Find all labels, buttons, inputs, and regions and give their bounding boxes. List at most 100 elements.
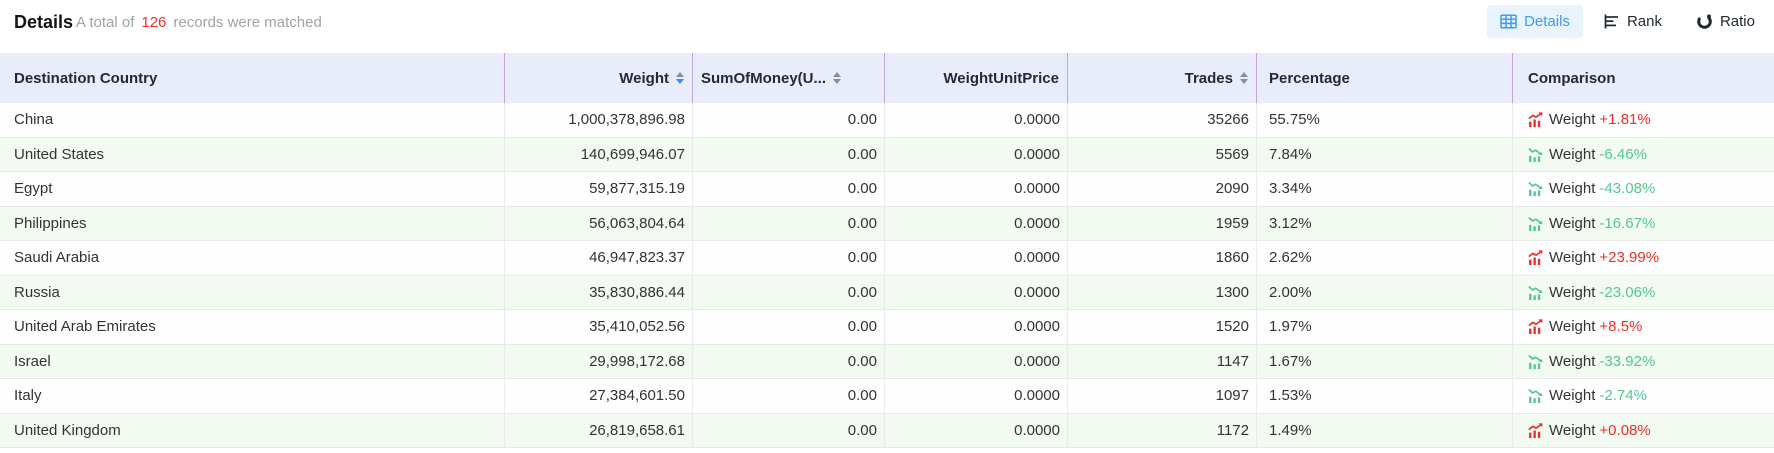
cell-weight: 46,947,823.37 [505,241,693,276]
sort-carets-icon [676,72,684,84]
column-header-weight-unit-price: WeightUnitPrice [885,53,1068,103]
cell-destination-country: United Arab Emirates [0,310,505,345]
rank-chart-icon [1604,14,1620,29]
column-header-weight[interactable]: Weight [505,53,693,103]
column-label: Weight [619,70,669,87]
cell-comparison: Weight+23.99% [1513,241,1774,276]
cell-weight: 59,877,315.19 [505,172,693,207]
column-header-trades[interactable]: Trades [1068,53,1257,103]
trend-down-icon [1528,388,1543,403]
trend-down-icon [1528,216,1543,231]
cell-comparison: Weight-2.74% [1513,379,1774,414]
cell-trades: 1300 [1068,276,1257,311]
cell-percentage: 55.75% [1257,103,1513,138]
cell-trades: 1860 [1068,241,1257,276]
comparison-value: -16.67% [1599,215,1655,232]
cell-destination-country: United States [0,138,505,173]
cell-trades: 1172 [1068,414,1257,449]
tab-details[interactable]: Details [1487,5,1583,38]
table-row: China1,000,378,896.980.000.00003526655.7… [0,103,1774,138]
cell-sum-of-money: 0.00 [693,207,885,242]
cell-trades: 1097 [1068,379,1257,414]
comparison-metric-label: Weight [1549,180,1595,197]
column-label: Trades [1185,70,1233,87]
table-icon [1500,14,1517,29]
cell-destination-country: United Kingdom [0,414,505,449]
cell-weight: 56,063,804.64 [505,207,693,242]
comparison-value: +0.08% [1599,422,1650,439]
cell-destination-country: Saudi Arabia [0,241,505,276]
cell-destination-country: Philippines [0,207,505,242]
sort-carets-icon [833,72,841,84]
summary-prefix: A total of [76,14,134,31]
cell-percentage: 2.62% [1257,241,1513,276]
cell-percentage: 2.00% [1257,276,1513,311]
cell-percentage: 3.12% [1257,207,1513,242]
cell-weight-unit-price: 0.0000 [885,103,1068,138]
cell-sum-of-money: 0.00 [693,414,885,449]
cell-destination-country: Egypt [0,172,505,207]
cell-comparison: Weight-43.08% [1513,172,1774,207]
cell-weight: 35,410,052.56 [505,310,693,345]
comparison-metric-label: Weight [1549,215,1595,232]
cell-destination-country: Italy [0,379,505,414]
trend-down-icon [1528,285,1543,300]
cell-comparison: Weight-33.92% [1513,345,1774,380]
cell-trades: 35266 [1068,103,1257,138]
column-label: SumOfMoney(U... [701,70,826,87]
cell-weight-unit-price: 0.0000 [885,138,1068,173]
sort-carets-icon [1240,72,1248,84]
tab-ratio-label: Ratio [1720,13,1755,30]
column-header-sum-of-money[interactable]: SumOfMoney(U... [693,53,885,103]
cell-sum-of-money: 0.00 [693,310,885,345]
table-row: United States140,699,946.070.000.0000556… [0,138,1774,173]
cell-weight-unit-price: 0.0000 [885,276,1068,311]
cell-sum-of-money: 0.00 [693,345,885,380]
table-header: Destination Country Weight SumOfMoney(U.… [0,53,1774,103]
comparison-value: -6.46% [1599,146,1647,163]
comparison-metric-label: Weight [1549,353,1595,370]
comparison-value: -43.08% [1599,180,1655,197]
cell-weight-unit-price: 0.0000 [885,379,1068,414]
pie-chart-icon [1696,13,1713,30]
cell-weight: 140,699,946.07 [505,138,693,173]
comparison-metric-label: Weight [1549,111,1595,128]
cell-sum-of-money: 0.00 [693,138,885,173]
cell-sum-of-money: 0.00 [693,379,885,414]
cell-trades: 1959 [1068,207,1257,242]
cell-comparison: Weight+1.81% [1513,103,1774,138]
table-row: Saudi Arabia46,947,823.370.000.000018602… [0,241,1774,276]
comparison-metric-label: Weight [1549,249,1595,266]
comparison-metric-label: Weight [1549,318,1595,335]
tab-ratio[interactable]: Ratio [1683,5,1768,38]
cell-comparison: Weight+0.08% [1513,414,1774,449]
column-label: Destination Country [14,70,157,87]
cell-weight: 35,830,886.44 [505,276,693,311]
table-row: Philippines56,063,804.640.000.000019593.… [0,207,1774,242]
tab-rank[interactable]: Rank [1591,5,1675,38]
comparison-metric-label: Weight [1549,387,1595,404]
comparison-value: +1.81% [1599,111,1650,128]
table-row: Egypt59,877,315.190.000.000020903.34% We… [0,172,1774,207]
record-count: 126 [141,14,166,31]
trend-up-icon [1528,423,1543,438]
cell-comparison: Weight-23.06% [1513,276,1774,311]
cell-trades: 1147 [1068,345,1257,380]
records-table: Destination Country Weight SumOfMoney(U.… [0,53,1774,448]
trend-up-icon [1528,250,1543,265]
cell-weight: 27,384,601.50 [505,379,693,414]
cell-weight-unit-price: 0.0000 [885,172,1068,207]
record-count-summary: A total of 126 records were matched [76,14,322,31]
trend-up-icon [1528,319,1543,334]
top-bar: Details A total of 126 records were matche… [0,0,1774,53]
column-header-percentage: Percentage [1257,53,1513,103]
cell-sum-of-money: 0.00 [693,172,885,207]
summary-suffix: records were matched [173,14,321,31]
table-row: Russia35,830,886.440.000.000013002.00% W… [0,276,1774,311]
cell-percentage: 7.84% [1257,138,1513,173]
cell-weight-unit-price: 0.0000 [885,207,1068,242]
cell-weight: 1,000,378,896.98 [505,103,693,138]
cell-sum-of-money: 0.00 [693,241,885,276]
cell-weight-unit-price: 0.0000 [885,241,1068,276]
cell-destination-country: Israel [0,345,505,380]
